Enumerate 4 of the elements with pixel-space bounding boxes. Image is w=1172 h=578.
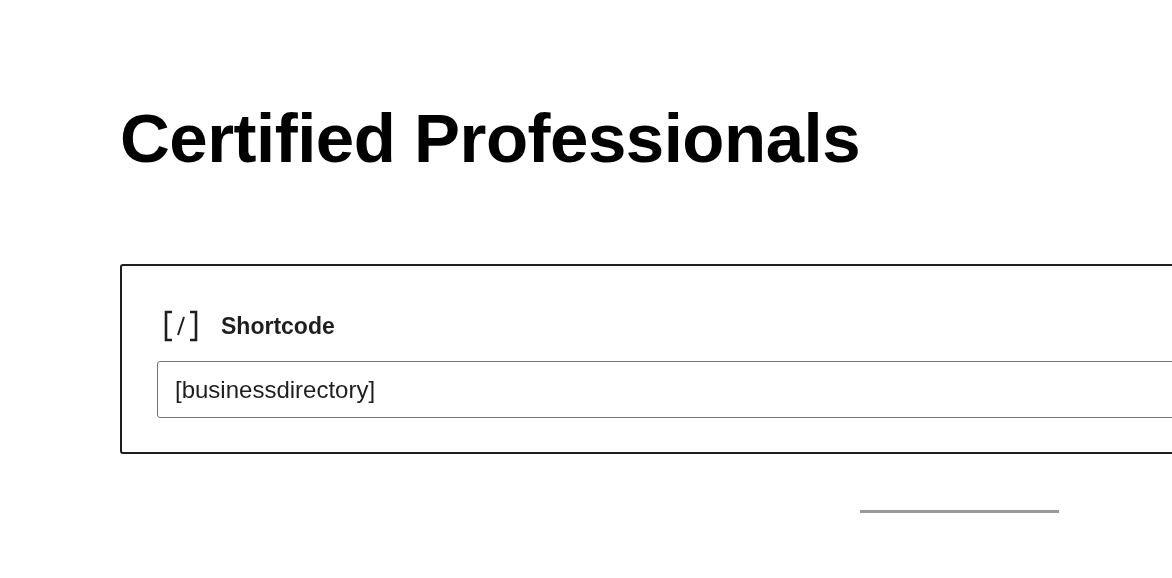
shortcode-icon — [163, 310, 199, 342]
block-title: Shortcode — [221, 312, 335, 340]
page-title[interactable]: Certified Professionals — [120, 96, 1172, 182]
shortcode-field[interactable]: [businessdirectory] — [157, 361, 1172, 418]
